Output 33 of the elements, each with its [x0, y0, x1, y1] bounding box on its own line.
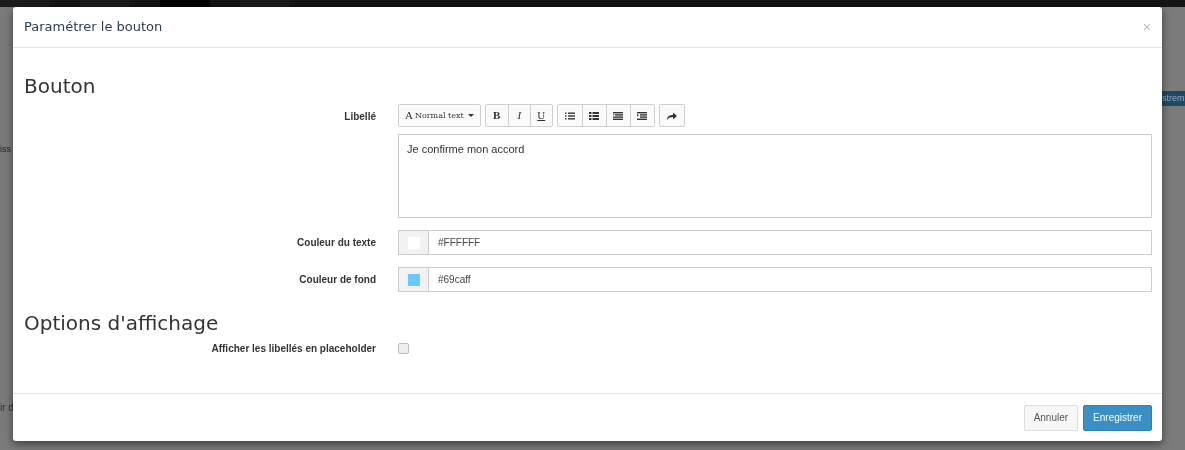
redo-button[interactable]: [659, 105, 684, 126]
cancel-button[interactable]: Annuler: [1023, 404, 1079, 431]
field-label: Libellé: [343, 110, 377, 124]
section-heading: Bouton: [24, 74, 97, 98]
indent-icon: [637, 111, 648, 120]
nav-tab[interactable]: [80, 0, 130, 7]
list-button[interactable]: [629, 105, 654, 126]
section-heading: Options d'affichage: [24, 311, 220, 335]
list-button[interactable]: [557, 105, 582, 126]
field-label: Afficher les libellés en placeholder: [210, 342, 377, 356]
underline-button[interactable]: U: [529, 105, 552, 126]
style-label: Normal text: [414, 109, 464, 122]
backdrop-text: iss: [0, 143, 11, 155]
field-label: Couleur de fond: [298, 273, 377, 287]
bold-button[interactable]: B: [485, 105, 508, 126]
nav-tab[interactable]: [160, 0, 210, 7]
nav-tab[interactable]: [0, 0, 50, 7]
field-label: Couleur du texte: [296, 236, 377, 250]
list-button[interactable]: [581, 105, 606, 126]
checkbox[interactable]: [398, 343, 409, 354]
numbered-list-icon: [589, 111, 600, 120]
caret-icon: [467, 114, 474, 117]
font-glyph-icon: A: [405, 107, 413, 124]
text-style-dropdown[interactable]: A Normal text: [399, 105, 480, 126]
outdent-icon: [613, 111, 624, 120]
save-button[interactable]: Enregistrer: [1083, 404, 1152, 431]
redo-icon: [666, 111, 677, 120]
dialog-title: Paramétrer le bouton: [24, 18, 163, 37]
text-editor[interactable]: Je confirme mon accord: [398, 134, 1152, 218]
list-button[interactable]: [605, 105, 630, 126]
italic-button[interactable]: I: [507, 105, 530, 126]
bullet-list-icon: [564, 111, 575, 120]
nav-tab[interactable]: [240, 0, 290, 7]
